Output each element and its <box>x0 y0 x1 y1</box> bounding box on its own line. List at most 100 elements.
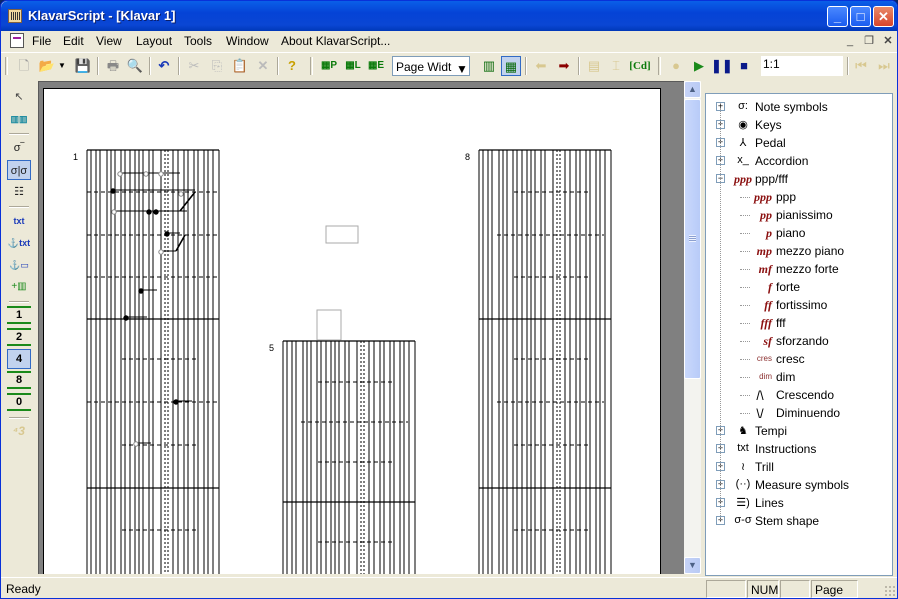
cut-button[interactable]: ✂ <box>184 56 204 76</box>
page-p-button[interactable]: ▦P <box>319 56 339 76</box>
menu-file[interactable]: File <box>32 34 51 48</box>
zoom-dropdown-button[interactable]: ▼ <box>453 58 468 76</box>
print-preview-button[interactable]: 🔍 <box>125 56 145 76</box>
title-bar[interactable]: KlavarScript - [Klavar 1] _ □ ✕ <box>1 1 897 31</box>
tree-node[interactable]: + σ: Note symbols <box>706 98 886 116</box>
menu-tools[interactable]: Tools <box>184 34 212 48</box>
play-button[interactable]: ▶ <box>689 56 709 76</box>
document-icon[interactable] <box>10 33 24 48</box>
menu-view[interactable]: View <box>96 34 122 48</box>
two-columns-button[interactable]: ▦ <box>501 56 521 76</box>
tree-child-node[interactable]: cres cresc <box>706 350 886 368</box>
open-dropdown-button[interactable]: ▼ <box>57 56 67 76</box>
close-button[interactable]: ✕ <box>873 6 894 27</box>
triplet-tool[interactable]: ⁴3 <box>7 421 31 441</box>
toolbar-grip[interactable] <box>5 57 8 75</box>
mdi-close-button[interactable]: ✕ <box>880 34 896 48</box>
symbols-tree[interactable]: + σ: Note symbols + ◉ Keys + ⅄ Pedal + x_ Accordion… <box>705 93 893 576</box>
tree-node-icon: txt <box>737 442 749 454</box>
mdi-restore-button[interactable]: ❐ <box>861 34 877 48</box>
lyrics-tool[interactable]: ☷ <box>7 182 31 202</box>
scroll-up-button[interactable]: ▲ <box>684 81 701 98</box>
tree-child-node[interactable]: ff fortissimo <box>706 296 886 314</box>
menu-window[interactable]: Window <box>226 34 269 48</box>
menu-about[interactable]: About KlavarScript... <box>281 34 390 48</box>
page-frame-button[interactable]: ⌶ <box>606 56 626 76</box>
maximize-button[interactable]: □ <box>850 6 871 27</box>
document-canvas[interactable]: 1 5 8 <box>38 81 684 574</box>
page-l-button[interactable]: ▦L <box>343 56 363 76</box>
last-button[interactable]: ⏭ <box>874 56 894 76</box>
tree-node[interactable]: + ☰) Lines <box>706 494 886 512</box>
dynamic-icon: sf <box>763 334 772 348</box>
app-icon[interactable] <box>8 9 22 23</box>
save-button[interactable]: 💾 <box>73 56 93 76</box>
duration-1-tool[interactable]: 1 <box>7 306 31 324</box>
tree-child-node[interactable]: p piano <box>706 224 886 242</box>
tree-child-node[interactable]: f forte <box>706 278 886 296</box>
position-field[interactable]: 1:1 <box>761 56 843 76</box>
tree-child-node[interactable]: /\ Crescendo <box>706 386 886 404</box>
help-button[interactable]: ? <box>282 56 302 76</box>
tree-node[interactable]: + σ‑σ Stem shape <box>706 512 886 530</box>
tree-child-node[interactable]: pp pianissimo <box>706 206 886 224</box>
cd-button[interactable]: [Cd] <box>628 56 652 76</box>
copy-button[interactable]: ⎘ <box>207 56 227 76</box>
keyboard-tool[interactable]: ▥▥ <box>7 109 31 129</box>
next-button[interactable]: ➡ <box>554 56 574 76</box>
tree-child-node[interactable]: fff fff <box>706 314 886 332</box>
frame-button[interactable]: ▤ <box>584 56 604 76</box>
tree-node[interactable]: + txt Instructions <box>706 440 886 458</box>
minimize-button[interactable]: _ <box>827 6 848 27</box>
text-tool[interactable]: txt <box>7 211 31 231</box>
scroll-thumb[interactable] <box>684 99 701 379</box>
mdi-minimize-button[interactable]: _ <box>842 34 858 48</box>
stem-note-tool[interactable]: σ|σ <box>7 160 31 180</box>
tree-node[interactable]: + ≀ Trill <box>706 458 886 476</box>
anchor-text-tool[interactable]: ⚓txt <box>7 233 31 253</box>
tree-child-node[interactable]: mp mezzo piano <box>706 242 886 260</box>
delete-button[interactable]: ✕ <box>253 56 273 76</box>
resize-grip[interactable] <box>884 585 895 596</box>
tree-child-node[interactable]: ppp ppp <box>706 188 886 206</box>
print-button[interactable]: 🖶 <box>103 56 123 76</box>
toolbar-grip[interactable] <box>310 57 313 75</box>
duration-8-tool[interactable]: 8 <box>7 371 31 389</box>
note-tool[interactable]: σ‾ <box>7 138 31 158</box>
duration-0-tool[interactable]: 0 <box>7 393 31 411</box>
tree-node[interactable]: + ◉ Keys <box>706 116 886 134</box>
select-tool[interactable]: ↖ <box>7 87 31 107</box>
record-button[interactable]: ● <box>666 56 686 76</box>
tree-node[interactable]: − ppp ppp/fff <box>706 170 886 188</box>
undo-button[interactable]: ↶ <box>154 56 174 76</box>
paste-button[interactable]: 📋 <box>230 56 250 76</box>
anchor-box-tool[interactable]: ⚓▭ <box>7 255 31 275</box>
first-button[interactable]: ⏮ <box>851 56 871 76</box>
new-button[interactable]: 🗋 <box>14 56 34 76</box>
tree-node[interactable]: + ⅄ Pedal <box>706 134 886 152</box>
single-column-button[interactable]: ▥ <box>479 56 499 76</box>
score-page[interactable]: 1 5 8 <box>43 88 661 574</box>
zoom-select[interactable]: Page Widt ▼ <box>392 56 470 76</box>
main-toolbar: 🗋 📂 ▼ 💾 🖶 🔍 ↶ ✂ ⎘ 📋 ✕ ? ▦P ▦L ▦E Page Wi… <box>1 52 897 78</box>
stop-button[interactable]: ■ <box>734 56 754 76</box>
tree-child-node[interactable]: \/ Diminuendo <box>706 404 886 422</box>
previous-button[interactable]: ⬅ <box>531 56 551 76</box>
toolbar-grip[interactable] <box>658 57 661 75</box>
tree-node[interactable]: + x_ Accordion <box>706 152 886 170</box>
scroll-down-button[interactable]: ▼ <box>684 557 701 574</box>
page-e-button[interactable]: ▦E <box>366 56 386 76</box>
add-line-tool[interactable]: +▥ <box>7 277 31 297</box>
duration-2-tool[interactable]: 2 <box>7 328 31 346</box>
tree-node[interactable]: + ♞ Tempi <box>706 422 886 440</box>
menu-edit[interactable]: Edit <box>63 34 84 48</box>
vertical-scrollbar[interactable]: ▲ ▼ <box>684 81 701 574</box>
tree-node[interactable]: + (··) Measure symbols <box>706 476 886 494</box>
menu-layout[interactable]: Layout <box>136 34 172 48</box>
duration-4-tool[interactable]: 4 <box>7 349 31 369</box>
tree-child-node[interactable]: mf mezzo forte <box>706 260 886 278</box>
tree-child-node[interactable]: dim dim <box>706 368 886 386</box>
pause-button[interactable]: ❚❚ <box>711 56 733 76</box>
tree-child-node[interactable]: sf sforzando <box>706 332 886 350</box>
open-button[interactable]: 📂 <box>37 56 57 76</box>
